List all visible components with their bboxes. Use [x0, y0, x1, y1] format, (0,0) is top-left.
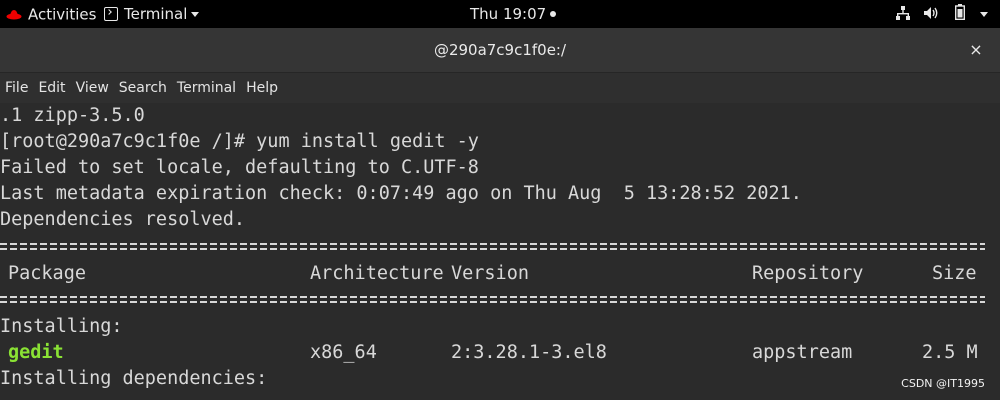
gnome-top-bar: Activities Terminal Thu 19:07 — [0, 0, 1000, 28]
terminal-line: Last metadata expiration check: 0:07:49 … — [0, 183, 802, 204]
header-repository: Repository — [752, 263, 864, 284]
menu-file[interactable]: File — [0, 73, 33, 103]
menu-search[interactable]: Search — [114, 73, 172, 103]
close-icon[interactable]: × — [966, 40, 986, 60]
section-dependencies: Installing dependencies: — [0, 368, 268, 389]
row-architecture: x86_64 — [310, 342, 377, 363]
notification-dot-icon — [550, 10, 557, 17]
terminal-icon — [104, 6, 118, 21]
window-title: @290a7c9c1f0e:/ — [433, 41, 567, 59]
menu-bar: File Edit View Search Terminal Help — [0, 72, 1000, 103]
header-version: Version — [451, 263, 529, 284]
system-tray[interactable] — [886, 0, 988, 28]
table-separator — [0, 296, 985, 304]
menu-edit[interactable]: Edit — [33, 73, 70, 103]
watermark: CSDN @IT1995 — [901, 377, 985, 390]
menu-help[interactable]: Help — [241, 73, 283, 103]
battery-icon — [955, 1, 966, 29]
chevron-down-icon — [191, 12, 200, 17]
row-package: gedit — [8, 342, 64, 363]
app-menu-terminal[interactable]: Terminal — [104, 0, 200, 28]
row-repository: appstream — [752, 342, 853, 363]
network-icon — [895, 1, 910, 29]
terminal-line: Dependencies resolved. — [0, 209, 246, 230]
header-package: Package — [8, 263, 86, 284]
activities-label: Activities — [28, 5, 97, 24]
row-version: 2:3.28.1-3.el8 — [451, 342, 607, 363]
header-architecture: Architecture — [310, 263, 444, 284]
activities-button[interactable]: Activities — [6, 0, 96, 28]
menu-terminal[interactable]: Terminal — [172, 73, 241, 103]
clock-label: Thu 19:07 — [470, 5, 547, 23]
power-menu-icon — [980, 12, 988, 17]
clock[interactable]: Thu 19:07 — [470, 0, 557, 28]
window-titlebar[interactable]: @290a7c9c1f0e:/ × — [0, 28, 1000, 72]
redhat-logo-icon — [6, 1, 22, 29]
row-size: 2.5 M — [922, 342, 978, 363]
section-installing: Installing: — [0, 316, 123, 337]
menu-view[interactable]: View — [71, 73, 114, 103]
terminal-line: .1 zipp-3.5.0 — [0, 105, 145, 126]
app-menu-label: Terminal — [124, 5, 188, 23]
terminal-line: [root@290a7c9c1f0e /]# yum install gedit… — [0, 131, 479, 152]
terminal-output[interactable]: .1 zipp-3.5.0 [root@290a7c9c1f0e /]# yum… — [0, 103, 1000, 400]
table-separator — [0, 243, 985, 251]
volume-icon — [924, 1, 940, 29]
terminal-line: Failed to set locale, defaulting to C.UT… — [0, 157, 479, 178]
header-size: Size — [932, 263, 977, 284]
